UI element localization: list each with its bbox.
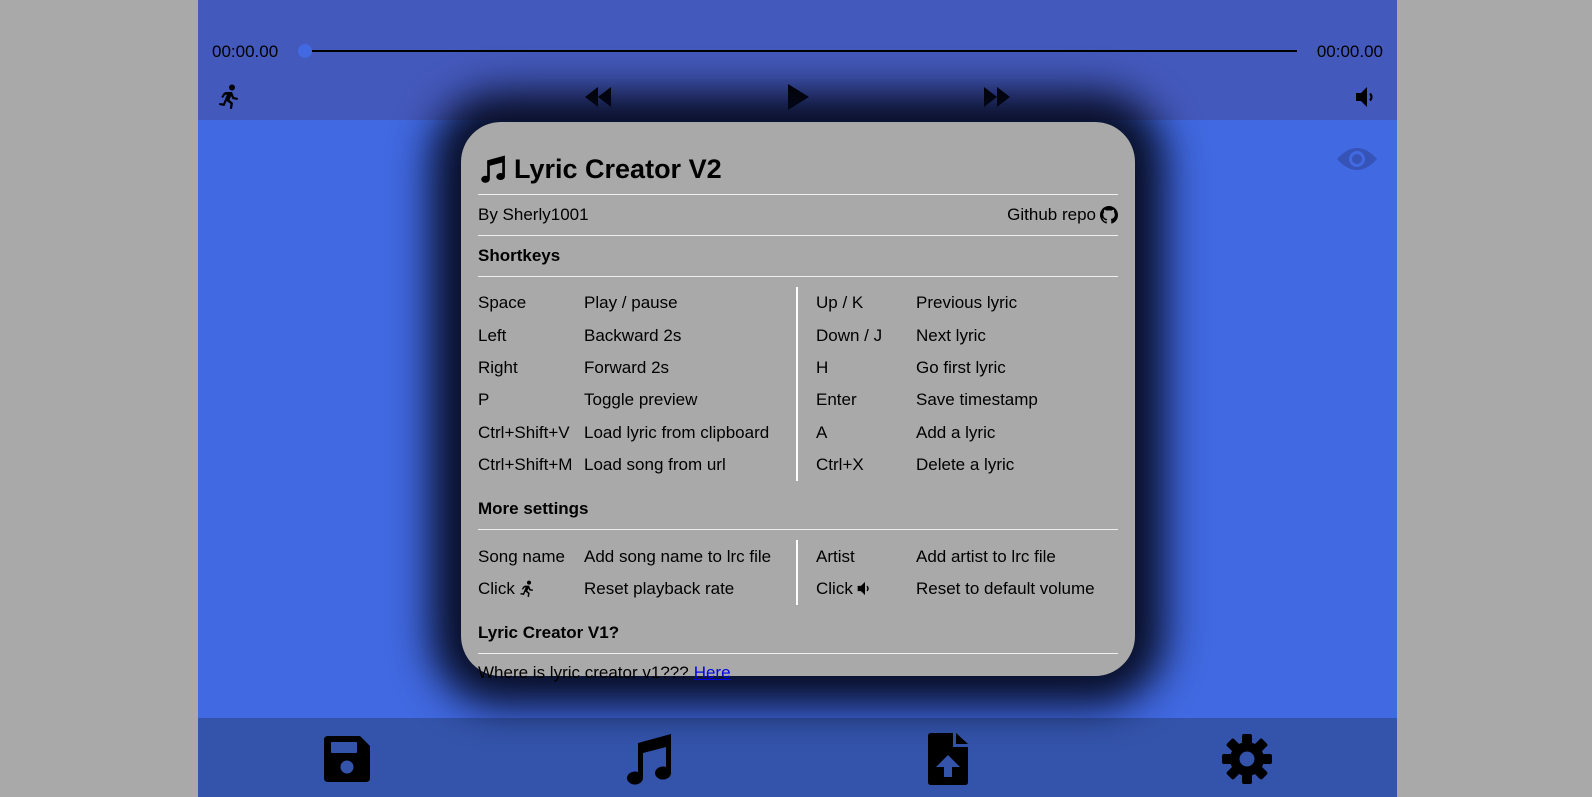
setting-action: Reset playback rate — [584, 578, 735, 598]
setting-action: Reset to default volume — [916, 578, 1095, 598]
github-repo-label: Github repo — [1007, 205, 1096, 224]
shortkey-row: Right Forward 2s — [478, 352, 786, 384]
github-repo-link[interactable]: Github repo — [1007, 205, 1118, 225]
shortkey-key: Up / K — [816, 293, 864, 313]
shortkey-row: Space Play / pause — [478, 287, 786, 319]
shortkey-key: P — [478, 390, 490, 410]
setting-row: Click Reset to default volume — [816, 573, 1118, 605]
shortkey-key: A — [816, 422, 828, 442]
shortkey-action: Load lyric from clipboard — [584, 422, 770, 442]
shortkey-action: Forward 2s — [584, 357, 670, 377]
setting-key-text: Click — [816, 578, 853, 598]
shortkey-key: Down / J — [816, 325, 883, 345]
setting-row: Artist Add artist to lrc file — [816, 540, 1118, 572]
shortkey-action: Previous lyric — [916, 293, 1018, 313]
setting-row: Song name Add song name to lrc file — [478, 540, 786, 572]
shortkey-row: Left Backward 2s — [478, 319, 786, 351]
shortkey-key: Enter — [816, 390, 857, 410]
shortkeys-left-column: Space Play / pause Left Backward 2s Right F… — [478, 287, 798, 482]
shortkey-row: P Toggle preview — [478, 384, 786, 416]
v1-heading: Lyric Creator V1? — [478, 623, 620, 643]
setting-key-text: Click — [478, 578, 515, 598]
shortkey-action: Backward 2s — [584, 325, 682, 345]
shortkey-key: H — [816, 357, 829, 377]
shortkey-action: Add a lyric — [916, 422, 996, 442]
shortkey-row: Enter Save timestamp — [816, 384, 1118, 416]
shortkey-key: Ctrl+Shift+V — [478, 422, 570, 442]
setting-action: Add song name to lrc file — [584, 546, 772, 566]
setting-key: Click — [478, 579, 584, 599]
setting-key: Click — [816, 579, 916, 599]
more-settings-left-column: Song name Add song name to lrc file Click… — [478, 540, 798, 606]
setting-key: Song name — [478, 546, 565, 566]
setting-action: Add artist to lrc file — [916, 546, 1056, 566]
more-settings-right-column: Artist Add artist to lrc file Click Reset… — [798, 540, 1118, 605]
v1-text: Where is lyric creator v1??? — [478, 663, 689, 683]
shortkey-row: Up / K Previous lyric — [816, 287, 1118, 319]
dialog-title: Lyric Creator V2 — [478, 152, 1118, 186]
shortkey-key: Ctrl+X — [816, 455, 864, 475]
shortkey-key: Space — [478, 293, 527, 313]
shortkey-action: Next lyric — [916, 325, 986, 345]
dialog-title-text: Lyric Creator V2 — [514, 153, 722, 184]
modal-overlay[interactable]: Lyric Creator V2 By Sherly1001 Github re… — [0, 0, 1592, 797]
v1-row: Where is lyric creator v1??? Here — [478, 654, 1118, 692]
shortkeys-grid: Space Play / pause Left Backward 2s Right F… — [478, 277, 1118, 489]
shortkeys-right-column: Up / K Previous lyric Down / J Next lyric … — [798, 287, 1118, 481]
shortkey-action: Delete a lyric — [916, 455, 1015, 475]
author-row: By Sherly1001 Github repo — [478, 195, 1118, 235]
shortkeys-heading: Shortkeys — [478, 246, 561, 265]
github-icon — [1100, 206, 1118, 224]
shortkey-key: Right — [478, 357, 518, 377]
shortkey-row: Ctrl+X Delete a lyric — [816, 449, 1118, 481]
setting-key: Artist — [816, 546, 855, 566]
shortkey-action: Save timestamp — [916, 390, 1038, 410]
about-dialog: Lyric Creator V2 By Sherly1001 Github re… — [461, 122, 1135, 682]
shortkey-action: Go first lyric — [916, 357, 1006, 377]
shortkey-row: Down / J Next lyric — [816, 319, 1118, 351]
more-settings-heading: More settings — [478, 499, 589, 519]
setting-row: Click Reset playback rate — [478, 573, 786, 605]
v1-link[interactable]: Here — [694, 663, 731, 683]
shortkey-action: Toggle preview — [584, 390, 698, 410]
shortkey-row: A Add a lyric — [816, 417, 1118, 449]
shortkey-action: Load song from url — [584, 455, 726, 475]
shortkey-row: Ctrl+Shift+V Load lyric from clipboard — [478, 417, 786, 449]
music-note-icon — [481, 155, 505, 183]
shortkey-row: H Go first lyric — [816, 352, 1118, 384]
shortkey-key: Left — [478, 325, 507, 345]
shortkey-key: Ctrl+Shift+M — [478, 455, 573, 475]
volume-icon — [857, 582, 869, 596]
shortkey-action: Play / pause — [584, 293, 678, 313]
author-text: By Sherly1001 — [478, 205, 589, 224]
running-person-icon — [520, 580, 533, 597]
shortkey-row: Ctrl+Shift+M Load song from url — [478, 449, 786, 481]
more-settings-grid: Song name Add song name to lrc file Click… — [478, 530, 1118, 613]
